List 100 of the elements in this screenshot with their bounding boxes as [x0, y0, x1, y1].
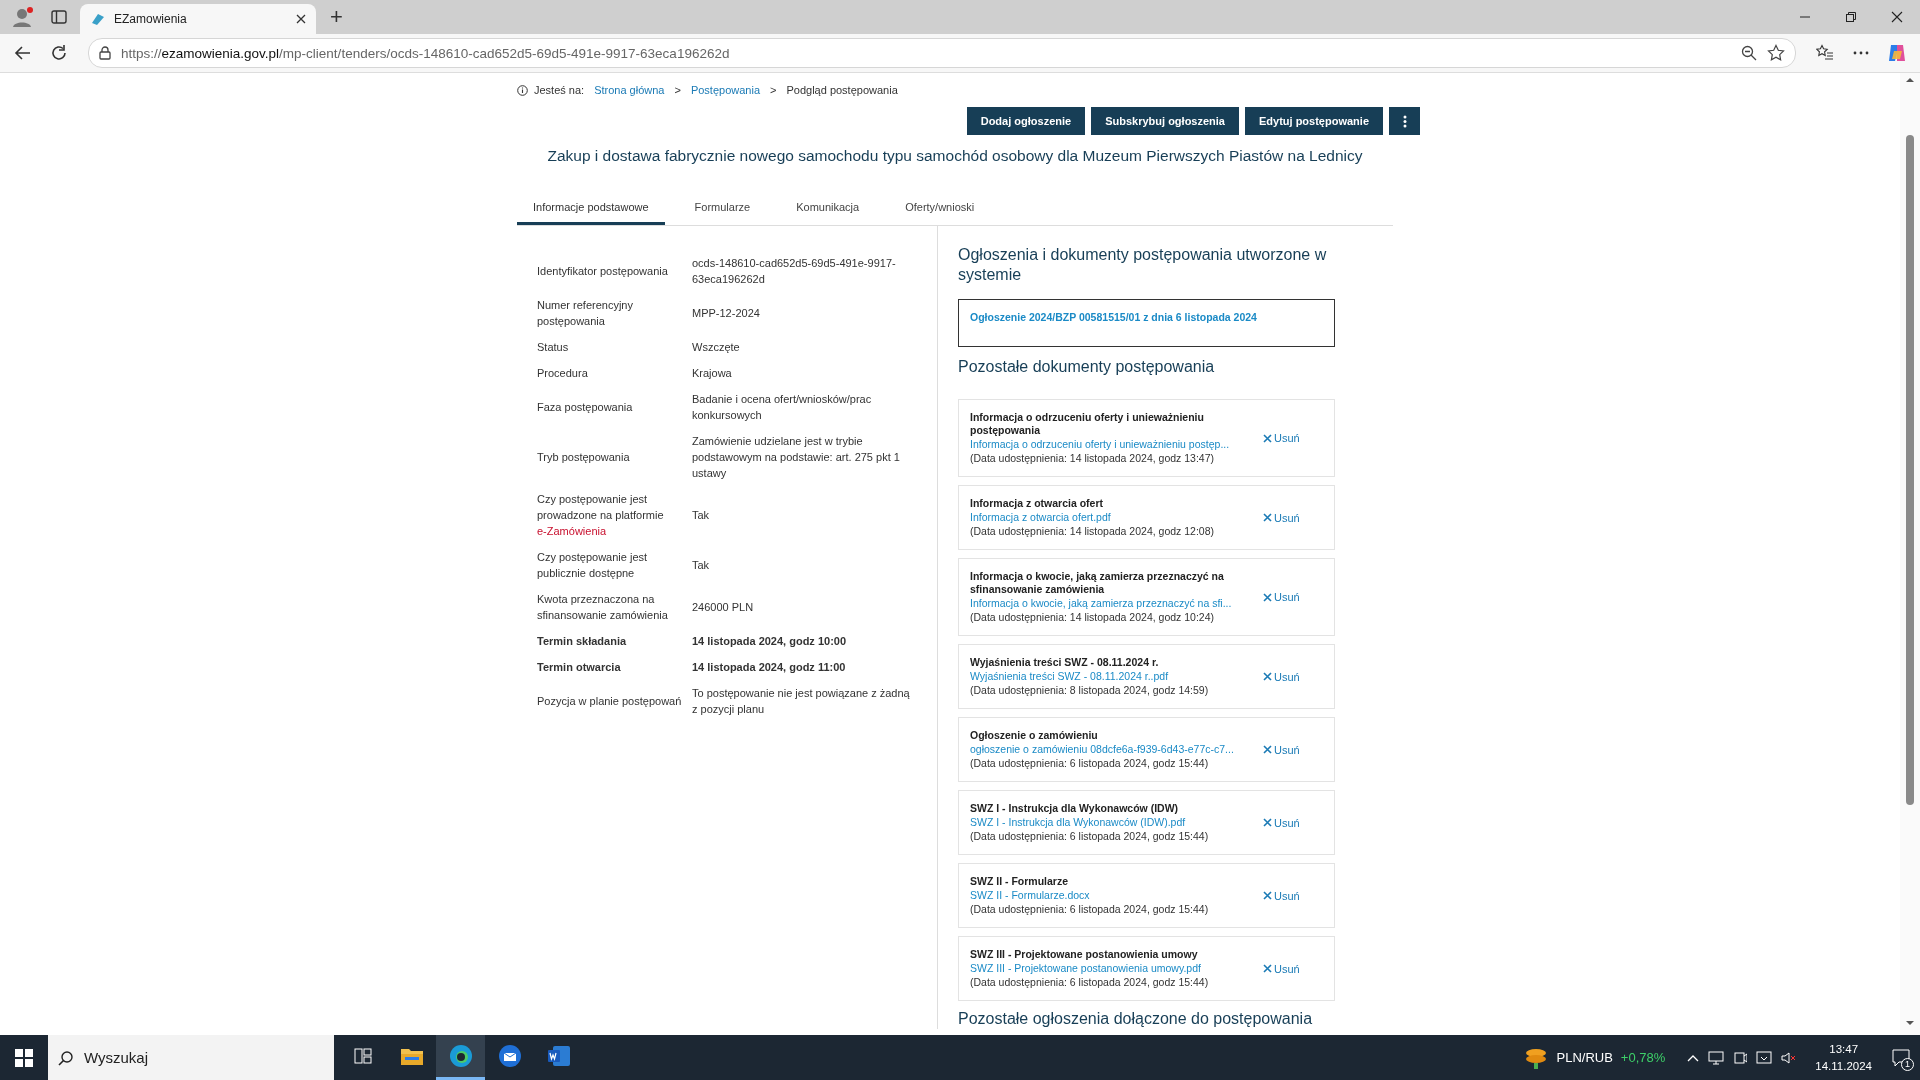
- field-value: Tak: [692, 508, 711, 523]
- clock[interactable]: 13:47 14.11.2024: [1805, 1035, 1882, 1080]
- field-label: Tryb postępowania: [537, 450, 631, 465]
- document-title: Informacja o odrzuceniu oferty i unieważnieniu postępowania: [970, 411, 1205, 437]
- document-file-link[interactable]: Informacja z otwarcia ofert.pdf: [970, 510, 1253, 525]
- field-label: Kwota przeznaczona na sfinansowanie zamówienia: [537, 592, 669, 623]
- breadcrumb-prefix: Jesteś na:: [534, 84, 585, 96]
- field-value: Wszczęte: [692, 340, 741, 355]
- field-label: Status: [537, 340, 570, 355]
- document-file-link[interactable]: Informacja o odrzuceniu oferty i unieważnieniu postęp...: [970, 437, 1253, 452]
- field-label: Identyfikator postępowania: [537, 264, 669, 279]
- ticker-symbol: PLN/RUB: [1556, 1050, 1613, 1065]
- document-file-link[interactable]: ogłoszenie o zamówieniu 08dcfe6a-f939-6d43-e77c-c7...: [970, 742, 1253, 757]
- document-date: (Data udostępnienia: 14 listopada 2024, godz 13:47): [970, 452, 1215, 465]
- delete-button[interactable]: Usuń: [1263, 962, 1300, 975]
- breadcrumb-separator: >: [770, 84, 777, 96]
- breadcrumb-current: Podgląd postępowania: [786, 84, 898, 96]
- tab[interactable]: Informacje podstawowe: [517, 191, 665, 225]
- tab[interactable]: Oferty/wnioski: [889, 191, 991, 225]
- breadcrumb-link[interactable]: Strona główna: [594, 84, 665, 96]
- field-label: Termin otwarcia: [537, 660, 622, 675]
- document-title: Informacja o kwocie, jaką zamierza przeznaczyć na sfinansowanie zamówienia: [970, 570, 1225, 596]
- delete-button[interactable]: Usuń: [1263, 889, 1300, 902]
- meet-icon[interactable]: [1733, 1050, 1748, 1065]
- field-value: ocds-148610-cad652d5-69d5-491e-9917-63eca196262d: [692, 256, 897, 287]
- action-button[interactable]: Edytuj postępowanie: [1245, 107, 1383, 135]
- document-file-link[interactable]: Wyjaśnienia treści SWZ - 08.11.2024 r..pdf: [970, 669, 1253, 684]
- document-file-link[interactable]: SWZ II - Formularze.docx: [970, 888, 1253, 903]
- section-heading: Pozostałe dokumenty postępowania: [958, 357, 1216, 377]
- field-label: Numer referencyjny postępowania: [537, 298, 634, 329]
- close-icon: [1263, 592, 1272, 602]
- delete-button[interactable]: Usuń: [1263, 743, 1300, 756]
- action-button[interactable]: Dodaj ogłoszenie: [966, 107, 1086, 135]
- delete-button[interactable]: Usuń: [1263, 816, 1300, 829]
- section-heading: Ogłoszenia i dokumenty postępowania utworzone w systemie: [958, 245, 1328, 285]
- document-title: SWZ II - Formularze: [970, 875, 1069, 888]
- document-title: SWZ I - Instrukcja dla Wykonawców (IDW): [970, 802, 1180, 815]
- tab[interactable]: Komunikacja: [780, 191, 876, 225]
- site-logo-icon: [90, 11, 106, 27]
- document-title: SWZ III - Projektowane postanowienia umowy: [970, 948, 1199, 961]
- close-icon: [1263, 513, 1272, 522]
- info-icon: [517, 84, 528, 96]
- notice-link[interactable]: Ogłoszenie 2024/BZP 00581515/01 z dnia 6 listopada 2024: [970, 311, 1257, 323]
- field-value: 14 listopada 2024, godz 11:00: [692, 660, 847, 675]
- close-icon: [1263, 672, 1272, 681]
- edge-app-icon[interactable]: [436, 1035, 485, 1080]
- close-icon[interactable]: [296, 14, 306, 24]
- kebab-icon: [1402, 114, 1407, 128]
- currency-icon[interactable]: [1524, 1046, 1549, 1069]
- ticker-change: +0,78%: [1620, 1050, 1666, 1065]
- volume-muted-icon[interactable]: [1781, 1050, 1798, 1065]
- field-value: 246000 PLN: [692, 600, 755, 615]
- document-title: Informacja z otwarcia ofert: [970, 497, 1105, 510]
- close-icon: [1263, 818, 1272, 827]
- new-tab-button[interactable]: +: [322, 4, 351, 30]
- delete-button[interactable]: Usuń: [1263, 432, 1300, 444]
- document-date: (Data udostępnienia: 14 listopada 2024, godz 10:24): [970, 611, 1215, 624]
- close-icon: [1263, 891, 1272, 900]
- page-title: Zakup i dostawa fabrycznie nowego samochodu typu samochód osobowy dla Muzeum Pierwszych Piastów na Lednicy: [546, 147, 1364, 165]
- document-title: Wyjaśnienia treści SWZ - 08.11.2024 r.: [970, 656, 1160, 669]
- field-label: Pozycja w planie postępowań: [537, 694, 683, 709]
- document-date: (Data udostępnienia: 6 listopada 2024, godz 15:44): [970, 830, 1210, 843]
- browser-tab[interactable]: EZamowienia: [80, 4, 316, 34]
- close-icon: [1263, 964, 1272, 973]
- zoom-out-icon[interactable]: [1741, 45, 1757, 61]
- address-bar[interactable]: https://ezamowienia.gov.pl/mp-client/tenders/ocds-148610-cad652d5-69d5-491e-9917-63eca196262d: [88, 38, 1796, 68]
- favorite-star-icon[interactable]: [1767, 44, 1785, 62]
- document-title: Ogłoszenie o zamówieniu: [970, 729, 1099, 742]
- breadcrumb-link[interactable]: Postępowania: [690, 84, 760, 96]
- network-icon[interactable]: [1708, 1050, 1725, 1065]
- action-button[interactable]: Subskrybuj ogłoszenia: [1091, 107, 1239, 135]
- field-label: Termin składania: [537, 634, 628, 649]
- document-date: (Data udostępnienia: 6 listopada 2024, godz 15:44): [970, 976, 1210, 989]
- search-icon: [58, 1049, 74, 1066]
- breadcrumb-separator: >: [674, 84, 681, 96]
- tab[interactable]: Formularze: [678, 191, 767, 225]
- platform-link[interactable]: e-Zamówienia: [537, 525, 607, 537]
- lock-icon: [99, 46, 111, 60]
- document-file-link[interactable]: SWZ III - Projektowane postanowienia umowy.pdf: [970, 961, 1253, 976]
- display-icon[interactable]: [1756, 1050, 1773, 1065]
- document-file-link[interactable]: SWZ I - Instrukcja dla Wykonawców (IDW).pdf: [970, 815, 1253, 830]
- field-label: Faza postępowania: [537, 400, 634, 415]
- document-file-link[interactable]: Informacja o kwocie, jaką zamierza przeznaczyć na sfi...: [970, 596, 1253, 611]
- document-date: (Data udostępnienia: 6 listopada 2024, godz 15:44): [970, 757, 1210, 770]
- field-value: Badanie i ocena ofert/wniosków/prac konkursowych: [692, 392, 873, 423]
- chevron-up-icon[interactable]: [1687, 1053, 1700, 1062]
- field-value: 14 listopada 2024, godz 10:00: [692, 634, 848, 649]
- field-label: Procedura: [537, 366, 589, 381]
- url-text: https://ezamowienia.gov.pl/mp-client/tenders/ocds-148610-cad652d5-69d5-491e-9917-63eca196262d: [121, 45, 730, 61]
- close-icon: [1263, 745, 1272, 754]
- field-value: To postępowanie nie jest powiązane z żadną z pozycji planu: [692, 686, 911, 717]
- more-actions-button[interactable]: [1389, 107, 1420, 135]
- delete-button[interactable]: Usuń: [1263, 511, 1300, 524]
- delete-button[interactable]: Usuń: [1263, 591, 1300, 603]
- field-value: Tak: [692, 558, 711, 573]
- search-field[interactable]: Wyszukaj: [48, 1035, 334, 1080]
- field-label: Czy postępowanie jest publicznie dostępne: [537, 550, 649, 581]
- delete-button[interactable]: Usuń: [1263, 670, 1300, 683]
- section-heading: Pozostałe ogłoszenia dołączone do postępowania: [958, 1009, 1314, 1029]
- document-date: (Data udostępnienia: 8 listopada 2024, godz 14:59): [970, 684, 1210, 697]
